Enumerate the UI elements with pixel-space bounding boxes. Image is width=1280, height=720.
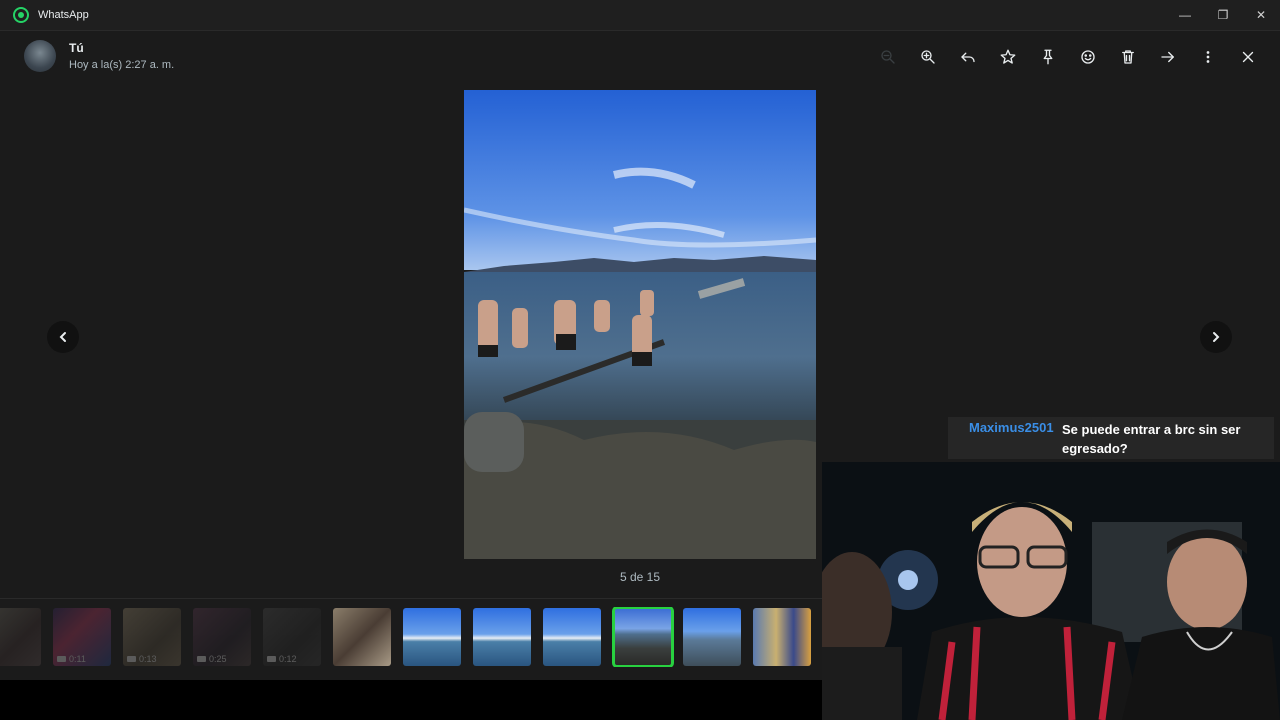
reply-icon: [961, 52, 975, 63]
thumbnail-video[interactable]: [0, 608, 41, 666]
thumbnail-video[interactable]: 0:13: [123, 608, 181, 666]
sent-timestamp: Hoy a la(s) 2:27 a. m.: [69, 59, 175, 71]
video-camera-icon: [267, 656, 276, 662]
zoom-out-button[interactable]: [868, 43, 908, 71]
minimize-button[interactable]: —: [1166, 0, 1204, 30]
react-button[interactable]: [1068, 43, 1108, 71]
media-toolbar: [868, 43, 1268, 71]
next-media-button[interactable]: [1200, 321, 1232, 353]
star-icon: [1000, 49, 1016, 64]
pin-icon: [1043, 49, 1053, 65]
zoom-in-icon: [921, 50, 935, 64]
divider: [0, 598, 822, 599]
close-viewer-button[interactable]: [1228, 43, 1268, 71]
chevron-right-icon: [1213, 332, 1220, 342]
chat-username: Maximus2501: [969, 420, 1054, 435]
star-button[interactable]: [988, 43, 1028, 71]
video-camera-icon: [197, 656, 206, 662]
webcam-feed-image: [822, 462, 1280, 720]
delete-button[interactable]: [1108, 43, 1148, 71]
maximize-button[interactable]: ❐: [1204, 0, 1242, 30]
trash-icon: [1122, 50, 1134, 64]
chat-message-text: Se puede entrar a brc sin ser egresado?: [1062, 422, 1241, 456]
main-photo[interactable]: [464, 90, 816, 559]
video-camera-icon: [57, 656, 66, 662]
more-vertical-icon: [1206, 51, 1210, 63]
video-duration-badge: 0:12: [267, 654, 297, 664]
thumbnail-video[interactable]: 0:12: [263, 608, 321, 666]
thumbnail-image[interactable]: [473, 608, 531, 666]
title-bar: WhatsApp — ❐ ✕: [0, 0, 1280, 30]
window-controls: — ❐ ✕: [1166, 0, 1280, 30]
thumbnail-image[interactable]: [333, 608, 391, 666]
thumbnail-image[interactable]: [753, 608, 811, 666]
video-duration: 0:12: [279, 654, 297, 664]
video-duration: 0:11: [69, 654, 86, 664]
zoom-in-button[interactable]: [908, 43, 948, 71]
video-duration: 0:13: [139, 654, 157, 664]
thumbnail-video[interactable]: 0:25: [193, 608, 251, 666]
video-duration-badge: 0:13: [127, 654, 157, 664]
thumbnail-image[interactable]: [403, 608, 461, 666]
close-icon: [1242, 51, 1254, 63]
close-window-button[interactable]: ✕: [1242, 0, 1280, 30]
pin-button[interactable]: [1028, 43, 1068, 71]
sender-name: Tú: [69, 41, 84, 55]
emoji-icon: [1081, 50, 1095, 64]
chevron-left-icon: [59, 332, 66, 342]
thumbnail-image-selected[interactable]: [612, 607, 674, 667]
zoom-out-icon: [881, 50, 895, 64]
bottom-bar: [0, 680, 822, 720]
whatsapp-logo-icon: [13, 7, 29, 23]
more-options-button[interactable]: [1188, 43, 1228, 71]
forward-arrow-icon: [1161, 51, 1174, 63]
thumbnail-image[interactable]: [683, 608, 741, 666]
video-duration-badge: 0:11: [57, 654, 86, 664]
video-camera-icon: [127, 656, 136, 662]
video-duration: 0:25: [209, 654, 227, 664]
media-counter-text: 5 de 15: [619, 570, 661, 584]
stream-chat-message: Maximus2501 Se puede entrar a brc sin se…: [948, 417, 1274, 459]
forward-button[interactable]: [1148, 43, 1188, 71]
previous-media-button[interactable]: [47, 321, 79, 353]
media-header: Tú Hoy a la(s) 2:27 a. m.: [0, 31, 1280, 85]
avatar[interactable]: [24, 40, 56, 72]
reply-button[interactable]: [948, 43, 988, 71]
thumbnail-image[interactable]: [543, 608, 601, 666]
app-title: WhatsApp: [38, 9, 89, 21]
thumbnail-video[interactable]: 0:11: [53, 608, 111, 666]
webcam-overlay: [822, 462, 1280, 720]
video-duration-badge: 0:25: [197, 654, 227, 664]
lake-photo-image: [464, 90, 816, 559]
thumbnail-strip: 0:11 0:13 0:25 0:12: [0, 607, 822, 667]
